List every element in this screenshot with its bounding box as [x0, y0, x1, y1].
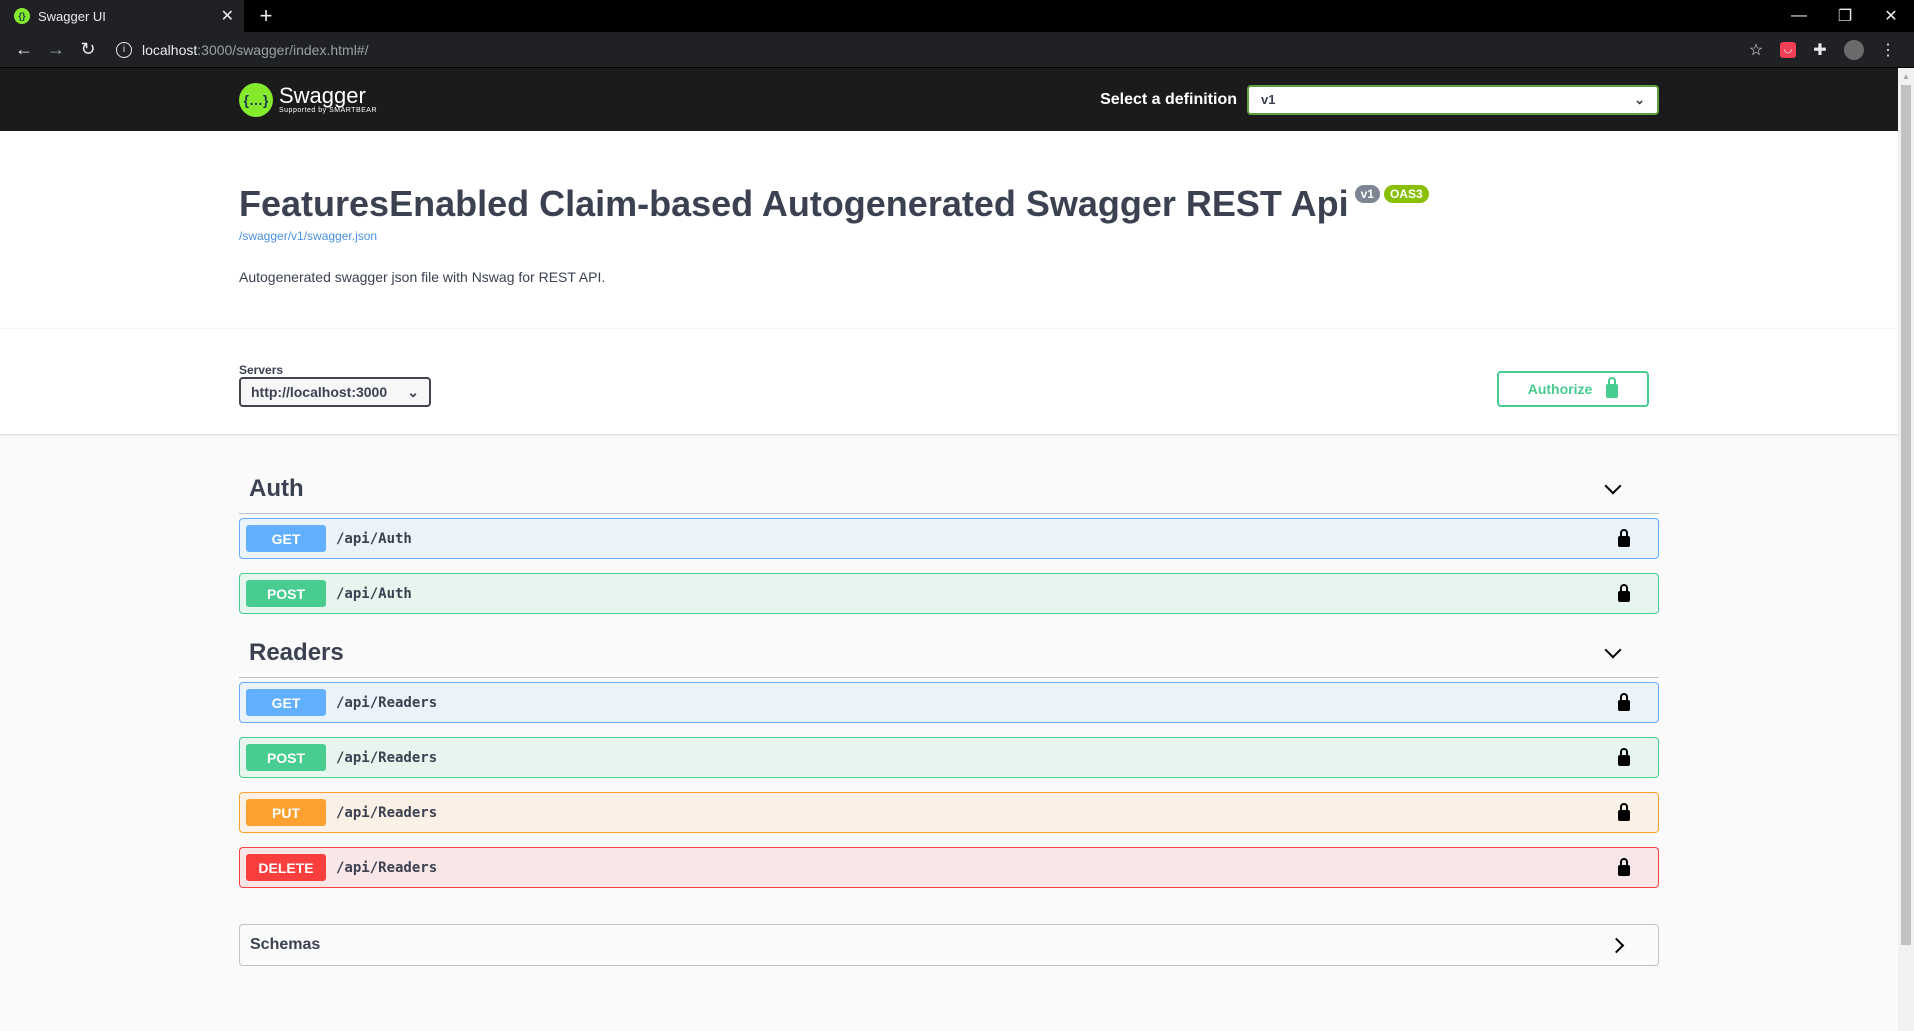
chevron-down-icon[interactable]: [1604, 641, 1622, 658]
browser-tabbar: {} Swagger UI ✕ + — ❐ ✕: [0, 0, 1914, 32]
back-icon[interactable]: ←: [8, 36, 40, 64]
operation-path: /api/Readers: [336, 694, 438, 711]
operation-path: /api/Readers: [336, 859, 438, 876]
api-info: FeaturesEnabled Claim-based Autogenerate…: [0, 131, 1898, 328]
scheme-container: Servers http://localhost:3000 ⌄ Authoriz…: [0, 328, 1898, 434]
lock-icon[interactable]: [1618, 803, 1630, 821]
restore-icon[interactable]: ❐: [1822, 0, 1868, 32]
operation-path: /api/Auth: [336, 530, 412, 547]
chevron-down-icon[interactable]: [1604, 477, 1622, 494]
swagger-topbar: {…} Swagger Supported by SMARTBEAR Selec…: [0, 68, 1898, 131]
method-badge: POST: [246, 580, 326, 607]
tag-name: Readers: [249, 638, 344, 666]
chevron-down-icon: ⌄: [1634, 91, 1645, 107]
api-title-row: FeaturesEnabled Claim-based Autogenerate…: [239, 183, 1659, 225]
servers-select[interactable]: http://localhost:3000 ⌄: [239, 377, 431, 407]
swagger-logo[interactable]: {…} Swagger Supported by SMARTBEAR: [239, 82, 378, 117]
operation-put-readers[interactable]: PUT /api/Readers: [239, 792, 1659, 833]
operation-post-auth[interactable]: POST /api/Auth: [239, 573, 1659, 614]
logo-sub: Supported by SMARTBEAR: [279, 107, 378, 114]
profile-avatar[interactable]: [1844, 39, 1864, 60]
method-badge: GET: [246, 525, 326, 552]
version-badge: v1: [1354, 185, 1380, 203]
address-bar: ← → ↻ i localhost:3000/swagger/index.htm…: [0, 32, 1914, 68]
lock-icon[interactable]: [1618, 748, 1630, 766]
pocket-icon[interactable]: ◡: [1780, 41, 1796, 58]
swagger-logo-icon: {…}: [239, 82, 273, 117]
url-path: :3000/swagger/index.html#/: [197, 41, 369, 58]
window-controls: — ❐ ✕: [1776, 0, 1914, 32]
definition-select[interactable]: v1 ⌄: [1247, 84, 1659, 115]
definition-value: v1: [1261, 92, 1276, 107]
schemas-section[interactable]: Schemas: [239, 924, 1659, 966]
method-badge: PUT: [246, 799, 326, 826]
logo-name: Swagger: [279, 83, 366, 108]
tab-title: Swagger UI: [38, 8, 106, 24]
chevron-right-icon[interactable]: [1608, 937, 1625, 953]
reload-icon[interactable]: ↻: [72, 36, 104, 64]
operations-list: Auth GET /api/Auth POST /api/Auth Reader…: [239, 434, 1659, 966]
extensions-area: ☆ ◡ ✚ ⋮: [1746, 39, 1906, 60]
api-description: Autogenerated swagger json file with Nsw…: [239, 269, 606, 285]
page-scrollbar[interactable]: ▲: [1898, 68, 1914, 1031]
authorize-label: Authorize: [1527, 381, 1593, 397]
tag-header-auth[interactable]: Auth: [239, 464, 1659, 514]
forward-icon[interactable]: →: [40, 36, 72, 64]
close-window-icon[interactable]: ✕: [1868, 0, 1914, 32]
select-definition-label: Select a definition: [1100, 90, 1237, 108]
operation-path: /api/Readers: [336, 804, 438, 821]
lock-icon[interactable]: [1618, 693, 1630, 711]
url-host: localhost: [142, 41, 198, 58]
lock-icon[interactable]: [1618, 858, 1630, 876]
operation-get-readers[interactable]: GET /api/Readers: [239, 682, 1659, 723]
url-input[interactable]: i localhost:3000/swagger/index.html#/: [108, 36, 1746, 64]
lock-icon[interactable]: [1618, 584, 1630, 602]
chevron-down-icon: ⌄: [407, 383, 419, 400]
operation-delete-readers[interactable]: DELETE /api/Readers: [239, 847, 1659, 888]
extensions-puzzle-icon[interactable]: ✚: [1810, 40, 1830, 60]
site-info-icon[interactable]: i: [116, 41, 132, 58]
method-badge: GET: [246, 689, 326, 716]
page-content: {…} Swagger Supported by SMARTBEAR Selec…: [0, 68, 1898, 1031]
operation-post-readers[interactable]: POST /api/Readers: [239, 737, 1659, 778]
operation-path: /api/Readers: [336, 749, 438, 766]
scroll-up-icon[interactable]: ▲: [1898, 72, 1914, 81]
unlocked-icon: [1606, 377, 1619, 398]
operation-get-auth[interactable]: GET /api/Auth: [239, 518, 1659, 559]
scrollbar-thumb[interactable]: [1901, 85, 1911, 945]
tag-header-readers[interactable]: Readers: [239, 628, 1659, 678]
swagger-favicon-icon: {}: [14, 8, 30, 24]
close-tab-icon[interactable]: ✕: [221, 6, 234, 26]
schemas-label: Schemas: [250, 936, 321, 953]
api-title: FeaturesEnabled Claim-based Autogenerate…: [239, 183, 1349, 224]
operation-path: /api/Auth: [336, 585, 412, 602]
servers-value: http://localhost:3000: [251, 384, 388, 400]
authorize-button[interactable]: Authorize: [1497, 371, 1649, 407]
browser-tab[interactable]: {} Swagger UI ✕: [0, 0, 244, 32]
tag-name: Auth: [249, 474, 304, 502]
method-badge: POST: [246, 744, 326, 771]
spec-url-link[interactable]: /swagger/v1/swagger.json: [239, 229, 1659, 243]
definition-selector: Select a definition v1 ⌄: [1100, 84, 1659, 115]
lock-icon[interactable]: [1618, 529, 1630, 547]
oas-badge: OAS3: [1383, 185, 1429, 203]
servers-label: Servers: [239, 363, 284, 377]
method-badge: DELETE: [246, 854, 326, 881]
bookmark-star-icon[interactable]: ☆: [1746, 40, 1766, 60]
menu-kebab-icon[interactable]: ⋮: [1878, 40, 1898, 60]
new-tab-icon[interactable]: +: [254, 4, 278, 28]
minimize-icon[interactable]: —: [1776, 0, 1822, 32]
